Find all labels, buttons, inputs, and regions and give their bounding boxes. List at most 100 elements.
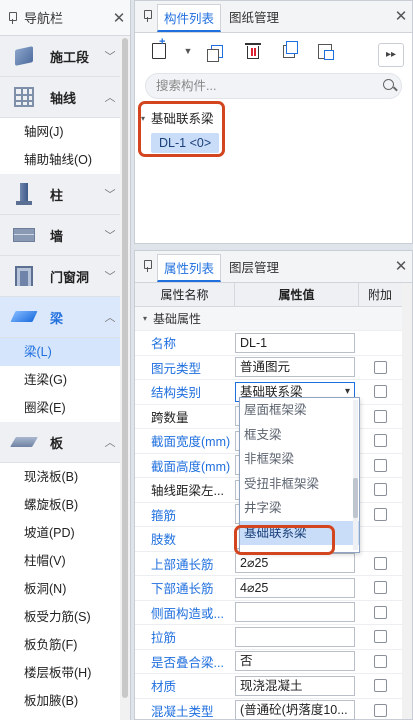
property-row: 材质 现浇混凝土 [135, 674, 412, 699]
attach-checkbox[interactable] [373, 581, 387, 595]
property-group-basic[interactable]: ▾ 基础属性 [135, 307, 412, 331]
trash-icon [245, 43, 261, 59]
nav-item-axis-grid[interactable]: 轴网(J) [0, 118, 121, 146]
property-value-cell: 普通图元 [235, 357, 359, 378]
close-icon[interactable]: ✕ [390, 257, 412, 275]
attach-checkbox[interactable] [373, 360, 387, 374]
nav-item-coupling-beam[interactable]: 连梁(G) [0, 366, 121, 394]
grid-icon [12, 85, 36, 109]
nav-item-floor-slab-strip[interactable]: 楼层板带(H) [0, 659, 121, 687]
close-icon[interactable]: ✕ [390, 7, 412, 25]
collapse-triangle-icon[interactable]: ▾ [143, 314, 147, 323]
navigation-title: 导航栏 [24, 11, 64, 26]
nav-item-column-cap[interactable]: 柱帽(V) [0, 547, 121, 575]
duplicate-layer-button[interactable] [275, 38, 303, 64]
property-value-field[interactable]: 2⌀25 [235, 553, 355, 574]
attach-checkbox[interactable] [373, 385, 387, 399]
dropdown-option[interactable]: 受扭非框架梁 [240, 472, 359, 497]
nav-item-cast-slab[interactable]: 现浇板(B) [0, 463, 121, 491]
nav-category-construction-section[interactable]: 施工段 ﹀ [0, 36, 121, 77]
nav-category-axis[interactable]: 轴线 ︿ [0, 77, 121, 118]
tab-layer-management[interactable]: 图层管理 [223, 254, 285, 282]
attach-checkbox[interactable] [373, 556, 387, 570]
nav-item-ramp[interactable]: 坡道(PD) [0, 519, 121, 547]
nav-category-column[interactable]: 柱 ﹀ [0, 174, 121, 215]
search-input[interactable] [156, 79, 379, 93]
nav-item-slab-hole[interactable]: 板洞(N) [0, 575, 121, 603]
dropdown-option[interactable]: 非框架梁 [240, 447, 359, 472]
navigation-scrollbar[interactable] [120, 36, 130, 720]
dropdown-option[interactable]: 框支梁 [240, 423, 359, 448]
property-value-cell [235, 602, 359, 623]
search-icon[interactable] [379, 75, 401, 97]
attach-checkbox[interactable] [373, 605, 387, 619]
attach-checkbox[interactable] [373, 703, 387, 717]
property-row: 下部通长筋 4⌀25 [135, 576, 412, 601]
nav-item-auxiliary-axis[interactable]: 辅助轴线(O) [0, 146, 121, 174]
attach-cell [359, 483, 401, 497]
dropdown-option[interactable]: 井字梁 [240, 496, 359, 521]
chevron-down-icon: ﹀ [104, 189, 116, 201]
property-name: 结构类别 [151, 386, 202, 401]
nav-category-door-window[interactable]: 门窗洞 ﹀ [0, 256, 121, 297]
nav-item-ring-beam[interactable]: 圈梁(E) [0, 394, 121, 422]
dropdown-option[interactable]: 屋面框架梁 [240, 398, 359, 423]
property-name: 拉筋 [151, 631, 177, 646]
pin-icon[interactable] [141, 259, 153, 273]
property-name: 箍筋 [151, 508, 177, 523]
nav-item-spiral-slab[interactable]: 螺旋板(B) [0, 491, 121, 519]
column-icon [12, 182, 36, 206]
nav-item-slab-haunch[interactable]: 板加腋(B) [0, 687, 121, 715]
attach-cell [359, 679, 401, 693]
copy-component-button[interactable] [203, 38, 231, 64]
property-value-field[interactable]: 普通图元 [235, 357, 355, 378]
export-button[interactable] [311, 38, 339, 64]
property-value-field[interactable]: DL-1 [235, 332, 355, 353]
attach-checkbox[interactable] [373, 458, 387, 472]
close-icon[interactable]: ✕ [108, 9, 130, 27]
chevron-down-icon[interactable]: ▼ [181, 46, 195, 56]
property-value-cell: 现浇混凝土 [235, 675, 359, 696]
more-tools-button[interactable]: ▸▸ [378, 43, 404, 67]
nav-category-beam[interactable]: 梁 ︿ [0, 297, 121, 338]
property-value-field[interactable]: (普通砼(坍落度10... [235, 700, 355, 720]
navigation-header: 导航栏 ✕ [0, 0, 130, 36]
property-value-field[interactable] [235, 602, 355, 623]
nav-item-slab-negative-rebar[interactable]: 板负筋(F) [0, 631, 121, 659]
attach-checkbox[interactable] [373, 654, 387, 668]
property-value-cell: 2⌀25 [235, 553, 359, 574]
tab-component-list[interactable]: 构件列表 [157, 4, 222, 32]
attach-checkbox[interactable] [373, 409, 387, 423]
beam-icon [10, 305, 38, 329]
tab-property-list[interactable]: 属性列表 [157, 254, 222, 282]
tab-drawing-management[interactable]: 图纸管理 [223, 4, 285, 32]
dropdown-scrollbar[interactable] [353, 400, 358, 550]
property-value-field[interactable] [235, 626, 355, 647]
property-value-field[interactable]: 否 [235, 651, 355, 672]
attach-checkbox[interactable] [373, 679, 387, 693]
attach-checkbox[interactable] [373, 630, 387, 644]
property-scrollbar[interactable] [402, 283, 412, 719]
property-value-field[interactable]: 4⌀25 [235, 577, 355, 598]
property-name: 上部通长筋 [151, 557, 214, 572]
delete-component-button[interactable] [239, 38, 267, 64]
attach-cell [359, 654, 401, 668]
slab-icon [10, 430, 38, 454]
attach-checkbox[interactable] [373, 483, 387, 497]
attach-cell [359, 605, 401, 619]
new-component-button[interactable] [145, 36, 173, 64]
attach-cell [359, 434, 401, 448]
property-tabbar: 属性列表 图层管理 ✕ [135, 251, 412, 283]
attach-checkbox[interactable] [373, 434, 387, 448]
attach-cell [359, 458, 401, 472]
nav-item-slab-main-rebar[interactable]: 板受力筋(S) [0, 603, 121, 631]
pin-icon[interactable] [6, 11, 18, 25]
chevron-up-icon: ︿ [104, 312, 116, 324]
pin-icon[interactable] [141, 9, 153, 23]
property-value-field[interactable]: 现浇混凝土 [235, 675, 355, 696]
navigation-panel: 导航栏 ✕ 施工段 ﹀ 轴线 ︿ 轴网(J) 辅助轴线(O) 柱 ﹀ 墙 ﹀ 门… [0, 0, 131, 720]
attach-checkbox[interactable] [373, 507, 387, 521]
nav-category-slab[interactable]: 板 ︿ [0, 422, 121, 463]
nav-item-beam[interactable]: 梁(L) [0, 338, 121, 366]
nav-category-wall[interactable]: 墙 ﹀ [0, 215, 121, 256]
